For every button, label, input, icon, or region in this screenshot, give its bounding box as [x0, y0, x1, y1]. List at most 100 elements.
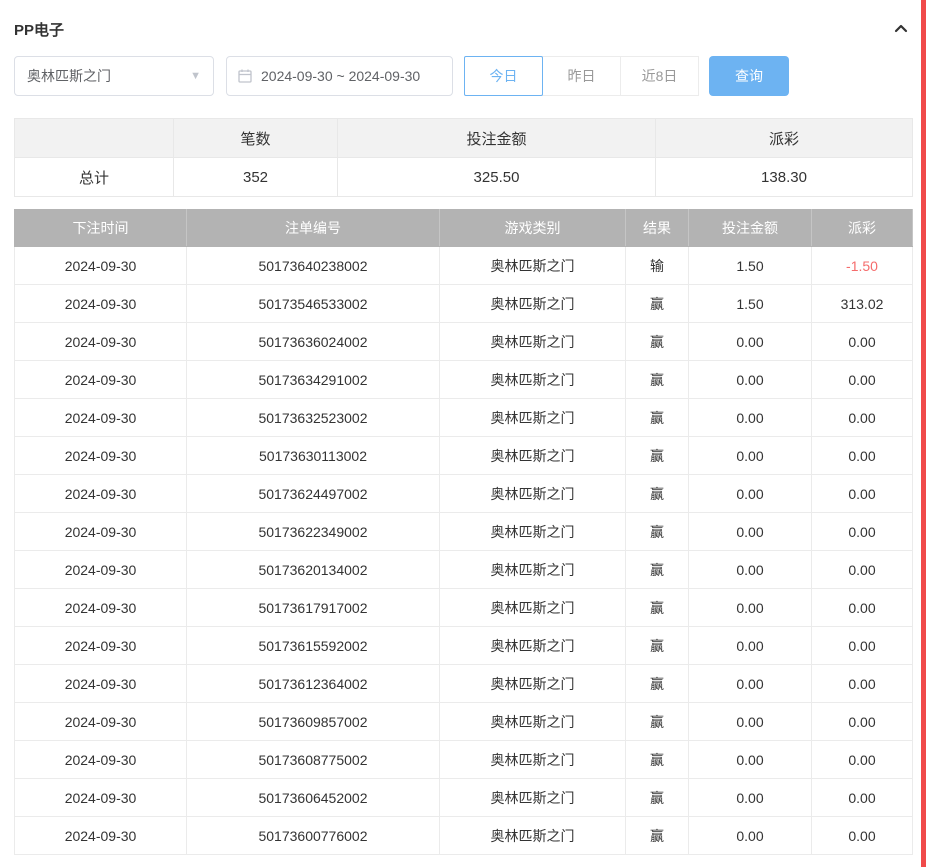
cell-order-number: 50173600776002	[187, 817, 440, 855]
cell-result: 赢	[626, 361, 689, 399]
cell-bet-time: 2024-09-30	[15, 665, 187, 703]
date-range-picker[interactable]: 2024-09-30 ~ 2024-09-30	[226, 56, 453, 96]
cell-bet-time: 2024-09-30	[15, 285, 187, 323]
cell-bet-time: 2024-09-30	[15, 513, 187, 551]
cell-game-category: 奥林匹斯之门	[440, 285, 626, 323]
cell-bet-amount: 0.00	[689, 779, 812, 817]
yesterday-button[interactable]: 昨日	[542, 56, 621, 96]
summary-total-label: 总计	[15, 158, 174, 197]
cell-order-number: 50173622349002	[187, 513, 440, 551]
cell-bet-amount: 0.00	[689, 703, 812, 741]
cell-payout: 0.00	[812, 627, 913, 665]
cell-result: 赢	[626, 399, 689, 437]
cell-game-category: 奥林匹斯之门	[440, 741, 626, 779]
collapse-button[interactable]	[890, 18, 912, 40]
table-row: 2024-09-3050173640238002奥林匹斯之门输1.50-1.50	[15, 247, 913, 285]
panel-header: PP电子	[14, 14, 912, 44]
cell-game-category: 奥林匹斯之门	[440, 817, 626, 855]
cell-bet-time: 2024-09-30	[15, 589, 187, 627]
cell-payout: 0.00	[812, 665, 913, 703]
cell-payout: 0.00	[812, 323, 913, 361]
cell-result: 赢	[626, 779, 689, 817]
records-panel: PP电子 奥林匹斯之门 ▼ 2024-09-30 ~ 2024-09-30 今日…	[0, 0, 926, 855]
cell-game-category: 奥林匹斯之门	[440, 703, 626, 741]
cell-bet-amount: 0.00	[689, 513, 812, 551]
cell-game-category: 奥林匹斯之门	[440, 399, 626, 437]
cell-order-number: 50173632523002	[187, 399, 440, 437]
summary-header-blank	[15, 119, 174, 158]
cell-bet-amount: 1.50	[689, 285, 812, 323]
table-row: 2024-09-3050173615592002奥林匹斯之门赢0.000.00	[15, 627, 913, 665]
search-button[interactable]: 查询	[709, 56, 789, 96]
cell-bet-time: 2024-09-30	[15, 741, 187, 779]
cell-bet-amount: 0.00	[689, 817, 812, 855]
cell-order-number: 50173546533002	[187, 285, 440, 323]
scroll-indicator[interactable]	[921, 0, 926, 867]
cell-order-number: 50173615592002	[187, 627, 440, 665]
cell-order-number: 50173640238002	[187, 247, 440, 285]
cell-bet-amount: 1.50	[689, 247, 812, 285]
summary-table: 笔数 投注金额 派彩 总计 352 325.50 138.30	[14, 118, 913, 197]
date-range-value: 2024-09-30 ~ 2024-09-30	[261, 68, 420, 84]
last-8-days-button[interactable]: 近8日	[620, 56, 699, 96]
cell-order-number: 50173634291002	[187, 361, 440, 399]
table-row: 2024-09-3050173630113002奥林匹斯之门赢0.000.00	[15, 437, 913, 475]
cell-bet-time: 2024-09-30	[15, 437, 187, 475]
cell-order-number: 50173630113002	[187, 437, 440, 475]
cell-game-category: 奥林匹斯之门	[440, 323, 626, 361]
cell-bet-time: 2024-09-30	[15, 323, 187, 361]
cell-result: 赢	[626, 665, 689, 703]
table-row: 2024-09-3050173624497002奥林匹斯之门赢0.000.00	[15, 475, 913, 513]
table-row: 2024-09-3050173622349002奥林匹斯之门赢0.000.00	[15, 513, 913, 551]
chevron-up-icon	[892, 20, 910, 38]
cell-result: 赢	[626, 513, 689, 551]
summary-header-row: 笔数 投注金额 派彩	[15, 119, 913, 158]
cell-result: 赢	[626, 703, 689, 741]
cell-result: 输	[626, 247, 689, 285]
header-bet-time: 下注时间	[15, 210, 187, 247]
table-row: 2024-09-3050173636024002奥林匹斯之门赢0.000.00	[15, 323, 913, 361]
cell-bet-time: 2024-09-30	[15, 247, 187, 285]
game-select-value: 奥林匹斯之门	[27, 66, 111, 86]
cell-order-number: 50173608775002	[187, 741, 440, 779]
bet-table-body: 2024-09-3050173640238002奥林匹斯之门输1.50-1.50…	[15, 247, 913, 855]
cell-payout: 313.02	[812, 285, 913, 323]
summary-total-bet-amount: 325.50	[338, 158, 656, 197]
cell-game-category: 奥林匹斯之门	[440, 475, 626, 513]
cell-bet-time: 2024-09-30	[15, 779, 187, 817]
cell-game-category: 奥林匹斯之门	[440, 513, 626, 551]
header-result: 结果	[626, 210, 689, 247]
bet-records-table: 下注时间 注单编号 游戏类别 结果 投注金额 派彩 2024-09-305017…	[14, 209, 913, 855]
cell-result: 赢	[626, 589, 689, 627]
cell-payout: 0.00	[812, 437, 913, 475]
cell-payout: 0.00	[812, 551, 913, 589]
cell-bet-time: 2024-09-30	[15, 399, 187, 437]
cell-bet-amount: 0.00	[689, 361, 812, 399]
cell-game-category: 奥林匹斯之门	[440, 627, 626, 665]
summary-total-count: 352	[174, 158, 338, 197]
filter-bar: 奥林匹斯之门 ▼ 2024-09-30 ~ 2024-09-30 今日 昨日 近…	[14, 56, 912, 96]
table-row: 2024-09-3050173620134002奥林匹斯之门赢0.000.00	[15, 551, 913, 589]
cell-bet-time: 2024-09-30	[15, 551, 187, 589]
today-button[interactable]: 今日	[464, 56, 543, 96]
cell-payout: 0.00	[812, 513, 913, 551]
cell-bet-time: 2024-09-30	[15, 627, 187, 665]
cell-bet-time: 2024-09-30	[15, 475, 187, 513]
cell-payout: -1.50	[812, 247, 913, 285]
cell-game-category: 奥林匹斯之门	[440, 437, 626, 475]
table-row: 2024-09-3050173609857002奥林匹斯之门赢0.000.00	[15, 703, 913, 741]
cell-bet-amount: 0.00	[689, 475, 812, 513]
cell-result: 赢	[626, 741, 689, 779]
cell-result: 赢	[626, 817, 689, 855]
cell-result: 赢	[626, 323, 689, 361]
summary-total-row: 总计 352 325.50 138.30	[15, 158, 913, 197]
cell-order-number: 50173609857002	[187, 703, 440, 741]
cell-payout: 0.00	[812, 361, 913, 399]
cell-payout: 0.00	[812, 399, 913, 437]
cell-game-category: 奥林匹斯之门	[440, 361, 626, 399]
cell-result: 赢	[626, 551, 689, 589]
table-row: 2024-09-3050173600776002奥林匹斯之门赢0.000.00	[15, 817, 913, 855]
game-select[interactable]: 奥林匹斯之门 ▼	[14, 56, 214, 96]
summary-header-bet-amount: 投注金额	[338, 119, 656, 158]
cell-bet-amount: 0.00	[689, 551, 812, 589]
